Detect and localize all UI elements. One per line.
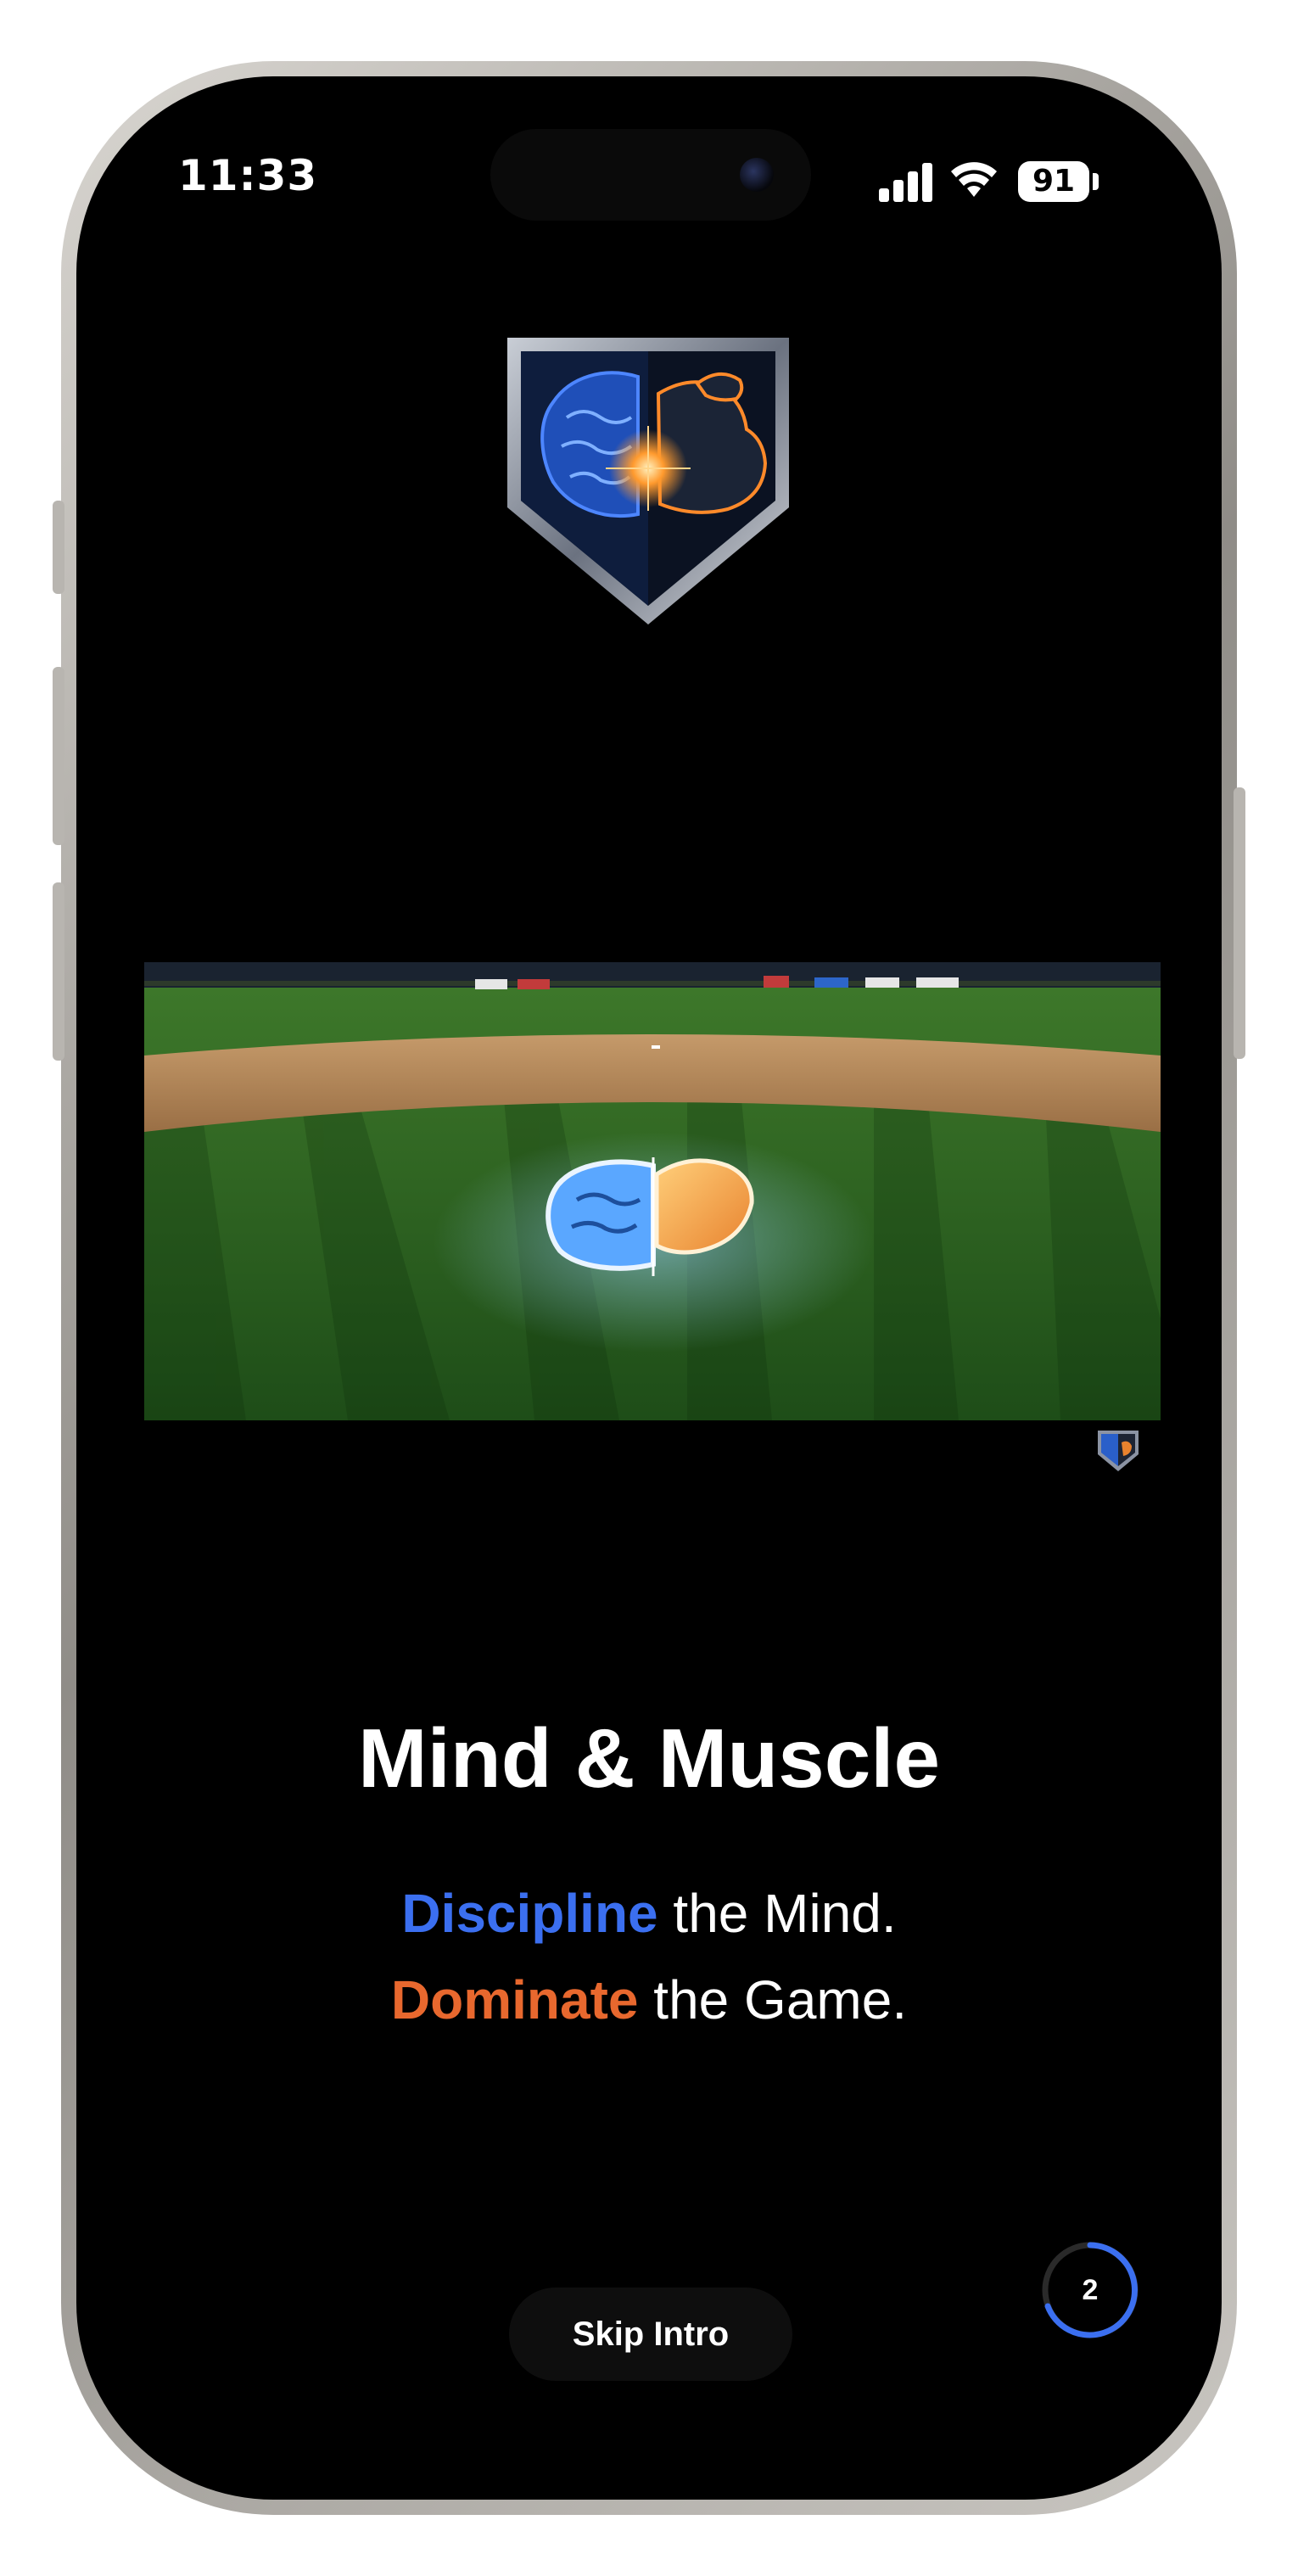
- front-camera: [740, 158, 774, 192]
- tagline-line-1: Discipline the Mind.: [0, 1882, 1298, 1945]
- tagline-rest-2: the Game.: [638, 1969, 908, 2030]
- tagline-accent-discipline: Discipline: [401, 1883, 658, 1944]
- cellular-signal-icon: [879, 163, 935, 202]
- power-button: [1234, 787, 1245, 1059]
- action-button: [53, 501, 64, 594]
- tagline-line-2: Dominate the Game.: [0, 1968, 1298, 2031]
- app-title: Mind & Muscle: [357, 1711, 941, 1805]
- tagline-accent-dominate: Dominate: [390, 1969, 639, 2030]
- countdown-number: 2: [1082, 2274, 1099, 2306]
- volume-down-button: [53, 882, 64, 1061]
- battery-icon: 91: [1018, 161, 1089, 202]
- hero-image: [144, 962, 1161, 1420]
- app-logo-icon: [507, 338, 789, 624]
- volume-up-button: [53, 667, 64, 845]
- wifi-icon: [951, 162, 997, 197]
- battery-tip: [1093, 173, 1099, 190]
- tagline-rest-1: the Mind.: [657, 1883, 897, 1944]
- mini-logo-icon: [1098, 1431, 1139, 1471]
- skip-intro-button[interactable]: Skip Intro: [509, 2288, 792, 2381]
- status-time: 11:33: [178, 151, 318, 200]
